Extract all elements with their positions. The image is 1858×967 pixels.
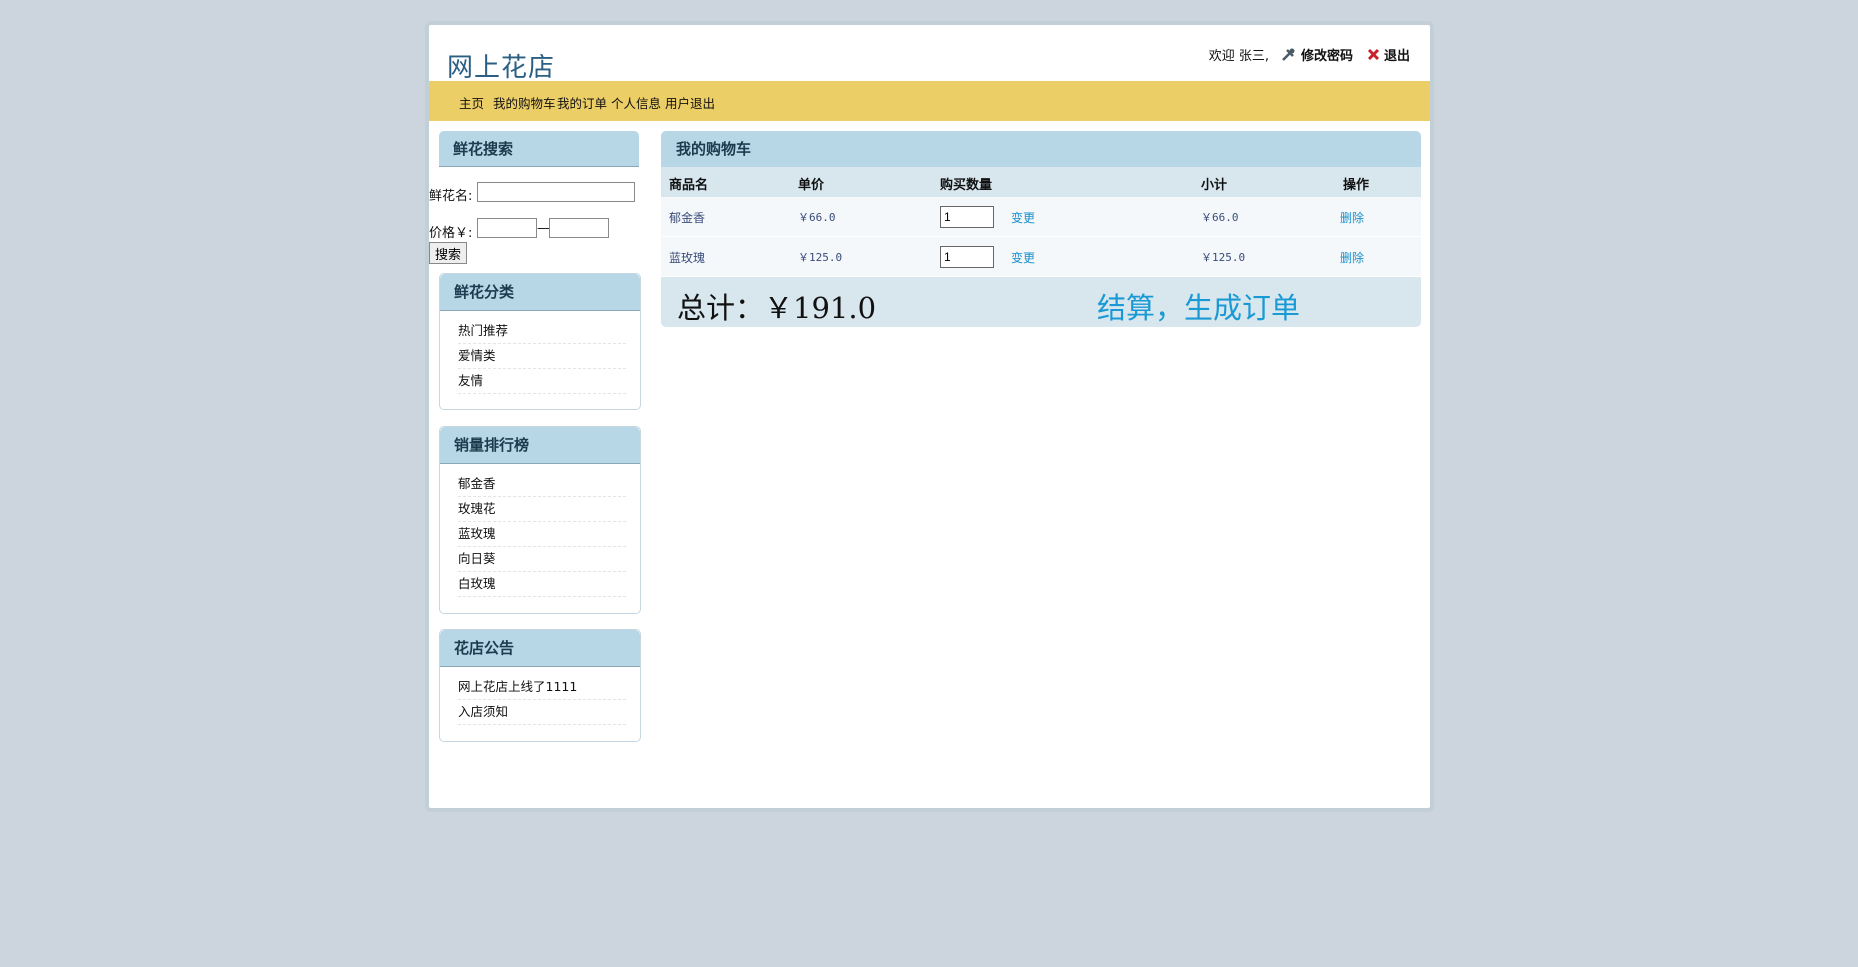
flower-name-label: 鲜花名: <box>429 189 473 204</box>
tools-icon <box>1281 47 1297 62</box>
quantity-input[interactable] <box>940 246 994 268</box>
notice-item[interactable]: 入店须知 <box>458 700 626 725</box>
col-price: 单价 <box>798 178 825 193</box>
delete-item-link[interactable]: 删除 <box>1340 209 1364 226</box>
item-subtotal: ￥125.0 <box>1201 251 1246 264</box>
price-label: 价格￥: <box>429 226 473 241</box>
ranking-item[interactable]: 向日葵 <box>458 547 626 572</box>
cart-row: 蓝玫瑰 ￥125.0 变更 ￥125.0 删除 <box>661 237 1421 277</box>
cart-header-row: 商品名 单价 购买数量 小计 操作 <box>661 167 1421 197</box>
change-quantity-link[interactable]: 变更 <box>1011 249 1035 266</box>
ranking-item[interactable]: 玫瑰花 <box>458 497 626 522</box>
col-subtotal: 小计 <box>1201 178 1228 193</box>
item-subtotal: ￥66.0 <box>1201 211 1239 224</box>
ranking-item[interactable]: 蓝玫瑰 <box>458 522 626 547</box>
search-panel-title: 鲜花搜索 <box>439 131 639 167</box>
ranking-item[interactable]: 白玫瑰 <box>458 572 626 597</box>
checkout-link[interactable]: 结算，生成订单 <box>1097 285 1300 327</box>
page-container: 网上花店 欢迎 张三, 修改密码 退出 主页 我的购物车 我的订单 个人信息 用… <box>429 25 1430 808</box>
notice-panel-title: 花店公告 <box>440 630 640 667</box>
notice-panel: 花店公告 网上花店上线了1111 入店须知 <box>439 629 641 742</box>
item-name[interactable]: 郁金香 <box>669 209 705 226</box>
category-item[interactable]: 爱情类 <box>458 344 626 369</box>
notice-item[interactable]: 网上花店上线了1111 <box>458 675 626 700</box>
item-price: ￥66.0 <box>798 211 836 224</box>
category-panel: 鲜花分类 热门推荐 爱情类 友情 <box>439 273 641 410</box>
price-min-input[interactable] <box>477 218 537 238</box>
nav-logout[interactable]: 用户退出 <box>665 93 715 112</box>
item-price: ￥125.0 <box>798 251 843 264</box>
cart-row: 郁金香 ￥66.0 变更 ￥66.0 删除 <box>661 197 1421 237</box>
change-quantity-link[interactable]: 变更 <box>1011 209 1035 226</box>
col-action: 操作 <box>1343 178 1370 193</box>
category-item[interactable]: 热门推荐 <box>458 319 626 344</box>
price-max-input[interactable] <box>549 218 609 238</box>
category-panel-title: 鲜花分类 <box>440 274 640 311</box>
delete-item-link[interactable]: 删除 <box>1340 249 1364 266</box>
site-title: 网上花店 <box>447 53 556 83</box>
user-links: 欢迎 张三, 修改密码 退出 <box>1209 45 1410 64</box>
col-quantity: 购买数量 <box>940 178 993 193</box>
logout-link[interactable]: 退出 <box>1384 45 1410 64</box>
sales-ranking-panel: 销量排行榜 郁金香 玫瑰花 蓝玫瑰 向日葵 白玫瑰 <box>439 426 641 614</box>
col-name: 商品名 <box>669 178 709 193</box>
category-item[interactable]: 友情 <box>458 369 626 394</box>
cart-total: 总计：￥191.0 <box>677 291 877 325</box>
change-password-link[interactable]: 修改密码 <box>1301 45 1353 64</box>
nav-cart[interactable]: 我的购物车 <box>493 93 556 112</box>
welcome-text: 欢迎 张三, <box>1208 49 1269 64</box>
cart-summary: 总计：￥191.0 结算，生成订单 <box>661 277 1421 327</box>
quantity-input[interactable] <box>940 206 994 228</box>
sales-ranking-title: 销量排行榜 <box>440 427 640 464</box>
nav-profile[interactable]: 个人信息 <box>611 93 661 112</box>
main-nav: 主页 我的购物车 我的订单 个人信息 用户退出 <box>429 81 1430 121</box>
close-icon <box>1367 47 1380 62</box>
nav-home[interactable]: 主页 <box>459 93 484 112</box>
search-button[interactable]: 搜索 <box>429 242 467 264</box>
ranking-item[interactable]: 郁金香 <box>458 472 626 497</box>
shopping-cart-panel: 我的购物车 商品名 单价 购买数量 小计 操作 郁金香 ￥66.0 变更 ￥66… <box>661 131 1421 327</box>
flower-name-input[interactable] <box>477 182 635 202</box>
item-name[interactable]: 蓝玫瑰 <box>669 249 705 266</box>
cart-title: 我的购物车 <box>661 131 1421 167</box>
nav-orders[interactable]: 我的订单 <box>557 93 607 112</box>
